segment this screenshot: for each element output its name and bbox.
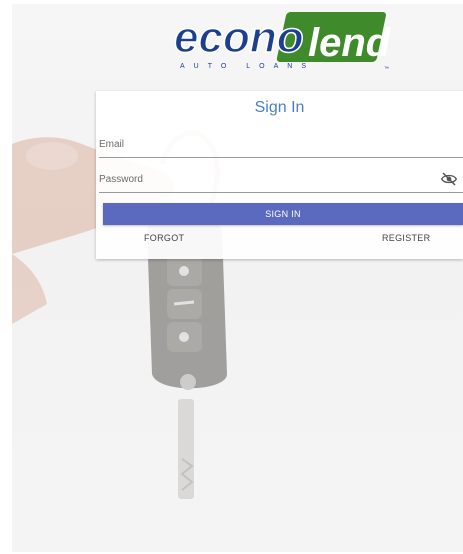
login-screen: econo lend AUTO LOANS ™ Sign In SIGN IN … [12, 4, 463, 552]
password-field-container [99, 168, 463, 193]
logo-trademark: ™ [384, 66, 389, 72]
signin-title: Sign In [254, 99, 305, 116]
logo-word-secondary: lend [308, 21, 392, 65]
background-photo [12, 130, 227, 499]
logo-tagline: AUTO LOANS [180, 63, 315, 70]
econolend-logo: econo lend AUTO LOANS ™ [173, 12, 392, 72]
forgot-link[interactable]: FORGOT [144, 233, 184, 243]
email-field-container [99, 133, 463, 158]
password-input[interactable] [99, 168, 429, 190]
signin-card: Sign In SIGN IN FORGOT REGISTER [96, 91, 463, 259]
register-link[interactable]: REGISTER [382, 233, 430, 243]
email-input[interactable] [99, 133, 429, 155]
logo-word-primary: econo [174, 13, 304, 62]
signin-button[interactable]: SIGN IN [103, 203, 463, 225]
eye-off-icon[interactable] [441, 172, 457, 186]
